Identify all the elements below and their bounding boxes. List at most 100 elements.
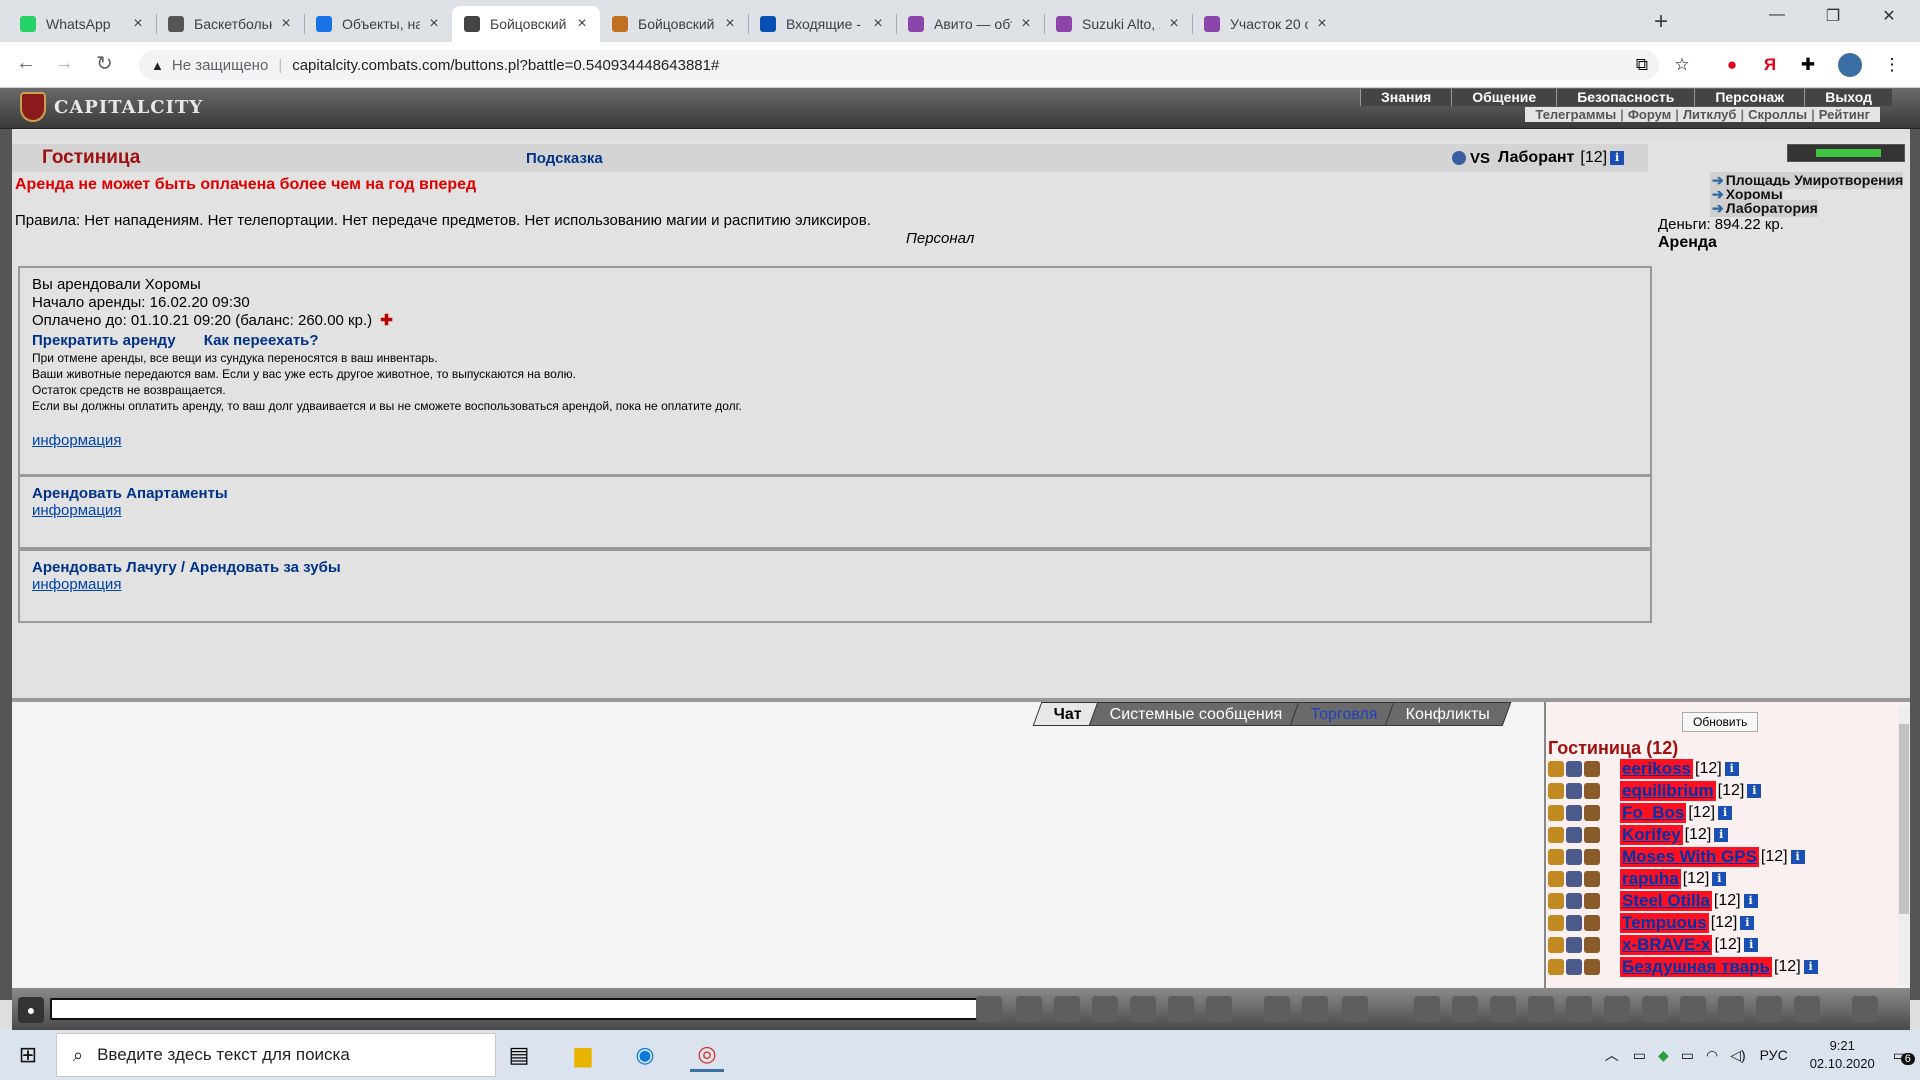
flag-icon[interactable] <box>1756 996 1782 1022</box>
close-icon[interactable]: × <box>870 15 886 33</box>
private-chat-icon[interactable] <box>1548 827 1564 843</box>
castle-icon[interactable] <box>1680 996 1706 1022</box>
reload-button[interactable]: ↻ <box>96 51 113 76</box>
top-menu-item[interactable]: Безопасность <box>1556 89 1695 106</box>
chrome-icon[interactable]: ◎ <box>690 1038 724 1072</box>
sort-icon[interactable] <box>1168 996 1194 1022</box>
chat-area[interactable] <box>12 702 1544 988</box>
info-icon[interactable]: i <box>1743 894 1758 908</box>
online-user-name[interactable]: eerikoss <box>1620 759 1693 779</box>
sound-icon[interactable] <box>1206 996 1232 1022</box>
puzzle-icon[interactable] <box>1852 996 1878 1022</box>
info-icon[interactable]: i <box>1718 806 1733 820</box>
hint-link[interactable]: Подсказка <box>526 150 603 167</box>
browser-tab[interactable]: Авито — объяв × <box>896 6 1044 42</box>
maximize-button[interactable]: ❐ <box>1810 6 1856 26</box>
eraser-icon[interactable] <box>1016 996 1042 1022</box>
online-user-name[interactable]: rapuha <box>1620 869 1681 889</box>
private-chat-icon[interactable] <box>1548 805 1564 821</box>
smile-menu-icon[interactable]: ● <box>18 997 44 1023</box>
smile-icon[interactable] <box>1264 996 1290 1022</box>
puzzle-icon[interactable]: ⧉ <box>1630 53 1654 77</box>
top-menu-item[interactable]: Знания <box>1359 89 1452 106</box>
shield-tray-icon[interactable]: ◆ <box>1658 1047 1669 1064</box>
new-tab-button[interactable]: + <box>1654 8 1668 36</box>
close-icon[interactable]: × <box>426 15 442 33</box>
crown-icon[interactable] <box>1528 996 1554 1022</box>
chevron-up-icon[interactable]: ︿ <box>1605 1045 1619 1065</box>
language-indicator[interactable]: РУС <box>1760 1047 1788 1063</box>
online-user-name[interactable]: x-BRAVE-x <box>1620 935 1713 955</box>
close-icon[interactable]: × <box>1018 15 1034 33</box>
volume-icon[interactable]: ◁) <box>1730 1047 1745 1064</box>
sub-menu-item[interactable]: Форум <box>1624 107 1675 122</box>
apartments-info-link[interactable]: информация <box>32 502 121 519</box>
hand-icon[interactable] <box>1718 996 1744 1022</box>
sub-menu-item[interactable]: Телеграммы <box>1531 107 1620 122</box>
location-link[interactable]: ➔ Лаборатория <box>1710 200 1818 217</box>
online-user-name[interactable]: Korifey <box>1620 825 1683 845</box>
private-chat-icon[interactable] <box>1548 893 1564 909</box>
fire-icon[interactable] <box>1452 996 1478 1022</box>
top-menu-item[interactable]: Персонаж <box>1694 89 1805 106</box>
clock[interactable]: 9:21 02.10.2020 <box>1810 1037 1875 1073</box>
scroll-icon[interactable] <box>1566 996 1592 1022</box>
close-icon[interactable]: × <box>130 15 146 33</box>
private-chat-icon[interactable] <box>1548 849 1564 865</box>
wifi-icon[interactable]: ◠ <box>1706 1047 1718 1064</box>
browser-tab[interactable]: Входящие - По × <box>748 6 896 42</box>
globe-icon[interactable] <box>1342 996 1368 1022</box>
browser-tab[interactable]: Бойцовский к × <box>452 6 600 42</box>
private-chat-icon[interactable] <box>1548 959 1564 975</box>
rent-shack-link[interactable]: Арендовать Лачугу / Арендовать за зубы <box>32 559 341 576</box>
close-window-button[interactable]: ✕ <box>1866 6 1912 26</box>
top-menu-item[interactable]: Общение <box>1451 89 1557 106</box>
rent-info-link[interactable]: информация <box>32 432 121 449</box>
star-icon[interactable]: ☆ <box>1670 53 1694 77</box>
sub-menu-item[interactable]: Рейтинг <box>1815 107 1874 122</box>
browser-tab[interactable]: WhatsApp × <box>8 6 156 42</box>
notification-icon[interactable]: ▭ 6 <box>1893 1047 1915 1065</box>
chat-tab[interactable]: Системные сообщения <box>1088 702 1305 726</box>
online-scrollbar[interactable] <box>1898 706 1910 986</box>
online-user-name[interactable]: equilibrium <box>1620 781 1716 801</box>
info-icon[interactable]: i <box>1744 938 1759 952</box>
scroll-thumb[interactable] <box>1899 724 1909 914</box>
online-user-name[interactable]: Бездушная тварь <box>1620 957 1772 977</box>
gear-icon[interactable] <box>1604 996 1630 1022</box>
browser-tab[interactable]: Бойцовский к × <box>600 6 748 42</box>
close-icon[interactable]: × <box>1166 15 1182 33</box>
forward-button[interactable]: → <box>54 52 74 75</box>
close-icon[interactable]: × <box>1314 15 1330 33</box>
refresh-button[interactable]: Обновить <box>1682 712 1759 732</box>
top-menu-item[interactable]: Выход <box>1804 89 1892 106</box>
back-button[interactable]: ← <box>16 52 36 75</box>
info-icon[interactable]: i <box>1803 960 1818 974</box>
disc-icon[interactable] <box>1642 996 1668 1022</box>
stop-rent-link[interactable]: Прекратить аренду <box>32 332 176 349</box>
online-user-name[interactable]: Steel Otilla <box>1620 891 1712 911</box>
minimize-button[interactable]: — <box>1754 6 1800 24</box>
rent-apartments-link[interactable]: Арендовать Апартаменты <box>32 485 228 502</box>
info-icon[interactable]: i <box>1724 762 1739 776</box>
game-logo[interactable]: CAPITALCITY <box>20 92 203 122</box>
exit-icon[interactable] <box>1794 996 1820 1022</box>
how-move-link[interactable]: Как переехать? <box>204 332 319 349</box>
chat-input[interactable] <box>50 998 978 1020</box>
info-icon[interactable]: i <box>1740 916 1755 930</box>
shack-info-link[interactable]: информация <box>32 576 121 593</box>
private-chat-icon[interactable] <box>1548 761 1564 777</box>
avatar[interactable] <box>1838 53 1862 77</box>
sub-menu-item[interactable]: Скроллы <box>1744 107 1811 122</box>
windows-start-icon[interactable]: ⊞ <box>0 1030 56 1080</box>
yandex-icon[interactable]: Я <box>1758 53 1782 77</box>
info-icon[interactable]: i <box>1747 784 1762 798</box>
private-chat-icon[interactable] <box>1548 915 1564 931</box>
private-chat-icon[interactable] <box>1548 783 1564 799</box>
chat-tab[interactable]: Конфликты <box>1384 702 1512 726</box>
filter-icon[interactable] <box>1054 996 1080 1022</box>
file-explorer-icon[interactable]: ▆ <box>566 1038 600 1072</box>
opera-icon[interactable]: ● <box>1720 53 1744 77</box>
network-icon[interactable]: ▭ <box>1633 1047 1646 1064</box>
extensions-icon[interactable]: ✚ <box>1796 53 1820 77</box>
